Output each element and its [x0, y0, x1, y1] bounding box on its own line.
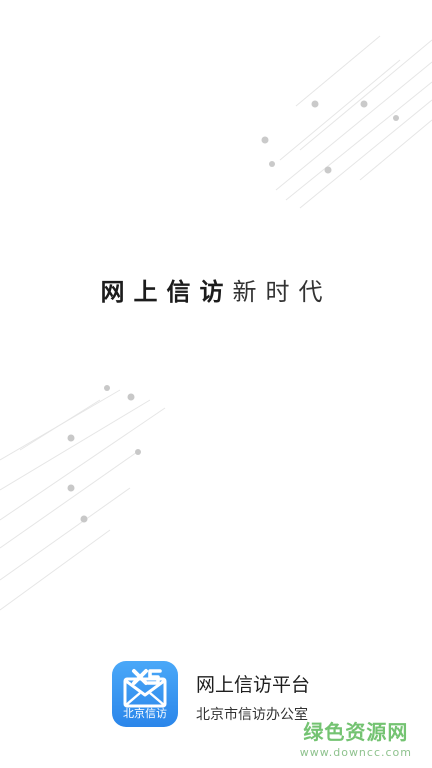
- app-logo: 北京信访: [112, 661, 178, 727]
- watermark: 绿色资源网 www.downcc.com: [300, 716, 412, 759]
- watermark-text: 绿色资源网: [303, 720, 409, 744]
- app-title: 网上信访平台: [196, 674, 311, 696]
- decorative-lines-top: [261, 35, 432, 209]
- decorative-lines-bottom: [0, 385, 166, 611]
- slogan: 网上信访新时代: [0, 272, 432, 307]
- watermark-url: www.downcc.com: [299, 746, 412, 759]
- slogan-light: 新时代: [232, 278, 332, 306]
- app-subtitle: 北京市信访办公室: [196, 707, 308, 723]
- slogan-bold: 网上信访: [100, 278, 233, 306]
- app-icon-label: 北京信访: [123, 707, 167, 720]
